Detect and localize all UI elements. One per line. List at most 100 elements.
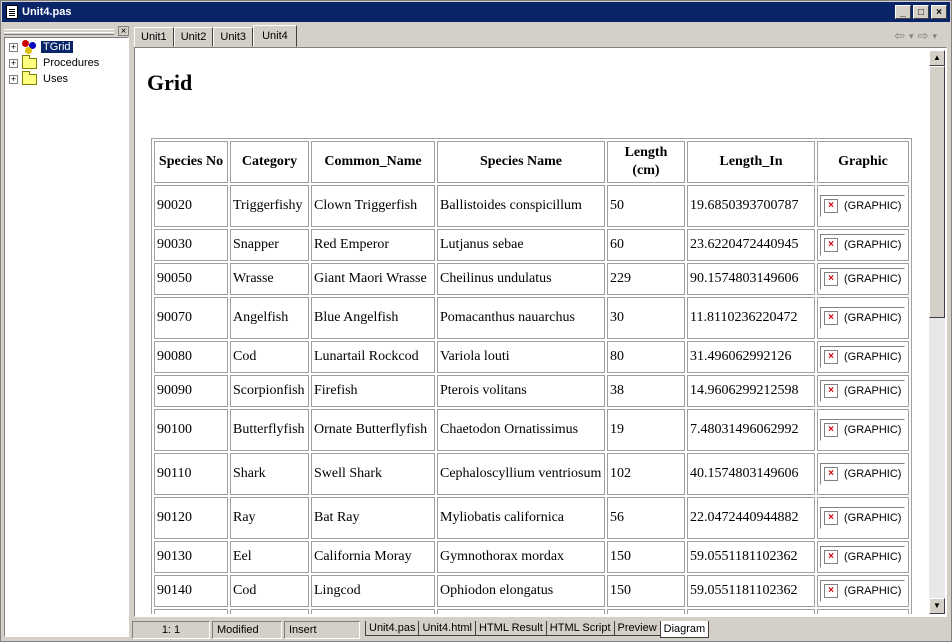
tab-unit3[interactable]: Unit3 xyxy=(213,27,254,47)
cell-species-name: Variola louti xyxy=(437,341,605,373)
back-arrow-icon[interactable]: ⇦ xyxy=(894,28,905,44)
folder-icon xyxy=(22,70,37,85)
forward-arrow-icon[interactable]: ⇨ xyxy=(918,28,929,44)
editor-frame: Grid Species No Category Common_Name Specie… xyxy=(134,47,947,617)
cell-common-name: Lingcod xyxy=(311,575,435,607)
maximize-button[interactable]: □ xyxy=(913,5,929,19)
cell-species-no: 90090 xyxy=(154,375,228,407)
graphic-label: (GRAPHIC) xyxy=(844,385,902,397)
expand-icon[interactable]: + xyxy=(9,42,18,52)
page-title: Grid xyxy=(147,70,193,95)
back-dropdown-icon[interactable]: ▾ xyxy=(909,31,914,42)
tree-item-uses[interactable]: + Uses xyxy=(9,70,70,87)
cell-species-name: Chaetodon Ornatissimus xyxy=(437,409,605,451)
cell-species-no: 90140 xyxy=(154,575,228,607)
cell-length-in: 7.48031496062992 xyxy=(687,409,815,451)
cell-common-name: Swell Shark xyxy=(311,453,435,495)
graphic-placeholder: × (GRAPHIC) xyxy=(820,463,906,485)
table-row: 90150SculpinCabezonScorpaenichthys marmo… xyxy=(154,609,909,614)
cell-length-in: 40.1574803149606 xyxy=(687,453,815,495)
cell-species-name: Myliobatis californica xyxy=(437,497,605,539)
cell-length-cm: 150 xyxy=(607,575,685,607)
tab-unit1[interactable]: Unit1 xyxy=(134,27,174,47)
broken-image-icon: × xyxy=(824,511,838,525)
tree-item-label[interactable]: TGrid xyxy=(41,41,73,53)
cell-category: Cod xyxy=(230,341,309,373)
table-row: 90090 Scorpionfish Firefish Pterois volitan… xyxy=(154,375,909,407)
graphic-label: (GRAPHIC) xyxy=(844,273,902,285)
cell-length-cm: 30 xyxy=(607,297,685,339)
cell-common-name: Blue Angelfish xyxy=(311,297,435,339)
cell-species-name: Lutjanus sebae xyxy=(437,229,605,261)
cell-common-name: Ornate Butterflyfish xyxy=(311,409,435,451)
cell-length-in: 31.496062992126 xyxy=(687,341,815,373)
column-header-graphic: Graphic xyxy=(817,141,909,183)
cell-common-name: Giant Maori Wrasse xyxy=(311,263,435,295)
modified-indicator: Modified xyxy=(212,621,282,639)
cell-length-cm: 56 xyxy=(607,497,685,539)
view-tab-unit4-pas[interactable]: Unit4.pas xyxy=(365,621,420,636)
tree-header: × xyxy=(4,25,129,37)
graphic-label: (GRAPHIC) xyxy=(844,239,902,251)
tree-grip-line xyxy=(4,32,114,35)
tree-item-label[interactable]: Uses xyxy=(41,73,70,85)
table-row: 90110 Shark Swell Shark Cephaloscyllium ven… xyxy=(154,453,909,495)
cell-graphic: × (GRAPHIC) xyxy=(817,263,909,295)
vertical-scrollbar[interactable]: ▲ ▼ xyxy=(929,50,945,614)
graphic-label: (GRAPHIC) xyxy=(844,551,902,563)
tree-close-button[interactable]: × xyxy=(118,26,129,37)
column-header-length-cm: Length (cm) xyxy=(607,141,685,183)
cell-graphic: × (GRAPHIC) xyxy=(817,185,909,227)
cell-species-no: 90130 xyxy=(154,541,228,573)
tree-item-label[interactable]: Procedures xyxy=(41,57,101,69)
status-bar: 1: 1 Modified Insert Unit4.pas Unit4.html… xyxy=(132,620,951,640)
code-explorer-tree[interactable]: + TGrid + Procedures + Uses xyxy=(4,37,129,637)
expand-icon[interactable]: + xyxy=(9,58,18,68)
cell-length-cm: 19 xyxy=(607,409,685,451)
scroll-up-button[interactable]: ▲ xyxy=(929,50,945,66)
cell-species-name: Gymnothorax mordax xyxy=(437,541,605,573)
cell-length-in: 90.1574803149606 xyxy=(687,263,815,295)
cell-graphic: × (GRAPHIC) xyxy=(817,541,909,573)
cell-species-no: 90020 xyxy=(154,185,228,227)
broken-image-icon: × xyxy=(824,272,838,286)
table-row: 90120 Ray Bat Ray Myliobatis californica 56 2… xyxy=(154,497,909,539)
expand-icon[interactable]: + xyxy=(9,74,18,84)
graphic-placeholder: × (GRAPHIC) xyxy=(820,234,906,256)
folder-icon xyxy=(22,54,37,69)
minimize-button[interactable]: _ xyxy=(895,5,911,19)
component-icon xyxy=(22,40,38,54)
tab-unit4[interactable]: Unit4 xyxy=(253,25,297,47)
view-tab-html-result[interactable]: HTML Result xyxy=(475,621,547,636)
cell-species-name: Cephaloscyllium ventriosum xyxy=(437,453,605,495)
scroll-down-button[interactable]: ▼ xyxy=(929,598,945,614)
cell-species-no: 90110 xyxy=(154,453,228,495)
cell-species-name: Pterois volitans xyxy=(437,375,605,407)
broken-image-icon: × xyxy=(824,384,838,398)
cursor-position: 1: 1 xyxy=(132,621,210,639)
view-tab-unit4-html[interactable]: Unit4.html xyxy=(418,621,477,636)
species-table: Species No Category Common_Name Species Nam… xyxy=(151,138,912,614)
forward-dropdown-icon[interactable]: ▾ xyxy=(932,31,937,42)
graphic-label: (GRAPHIC) xyxy=(844,468,902,480)
graphic-placeholder: × (GRAPHIC) xyxy=(820,419,906,441)
tree-item-tgrid[interactable]: + TGrid xyxy=(9,39,73,55)
table-row: 90030 Snapper Red Emperor Lutjanus sebae 60 2… xyxy=(154,229,909,261)
cell-category: Butterflyfish xyxy=(230,409,309,451)
close-button[interactable]: × xyxy=(931,5,947,19)
editor-tabs: Unit1 Unit2 Unit3 Unit4 xyxy=(134,25,297,47)
cell-category: Wrasse xyxy=(230,263,309,295)
graphic-label: (GRAPHIC) xyxy=(844,585,902,597)
graphic-placeholder: × (GRAPHIC) xyxy=(820,346,906,368)
main-window: Unit4.pas _ □ × × + TGrid + Procedures + Uses… xyxy=(0,0,952,642)
cell-species-no: 90030 xyxy=(154,229,228,261)
tree-item-procedures[interactable]: + Procedures xyxy=(9,54,101,71)
scroll-thumb[interactable] xyxy=(929,66,945,318)
view-tab-diagram[interactable]: Diagram xyxy=(659,621,710,638)
view-tab-preview[interactable]: Preview xyxy=(613,621,661,636)
column-header-species-no: Species No xyxy=(154,141,228,183)
tab-unit2[interactable]: Unit2 xyxy=(173,27,214,47)
view-tab-html-script[interactable]: HTML Script xyxy=(545,621,615,636)
cell-length-cm: 38 xyxy=(607,375,685,407)
table-row: 90100 Butterflyfish Ornate Butterflyfish Ch… xyxy=(154,409,909,451)
